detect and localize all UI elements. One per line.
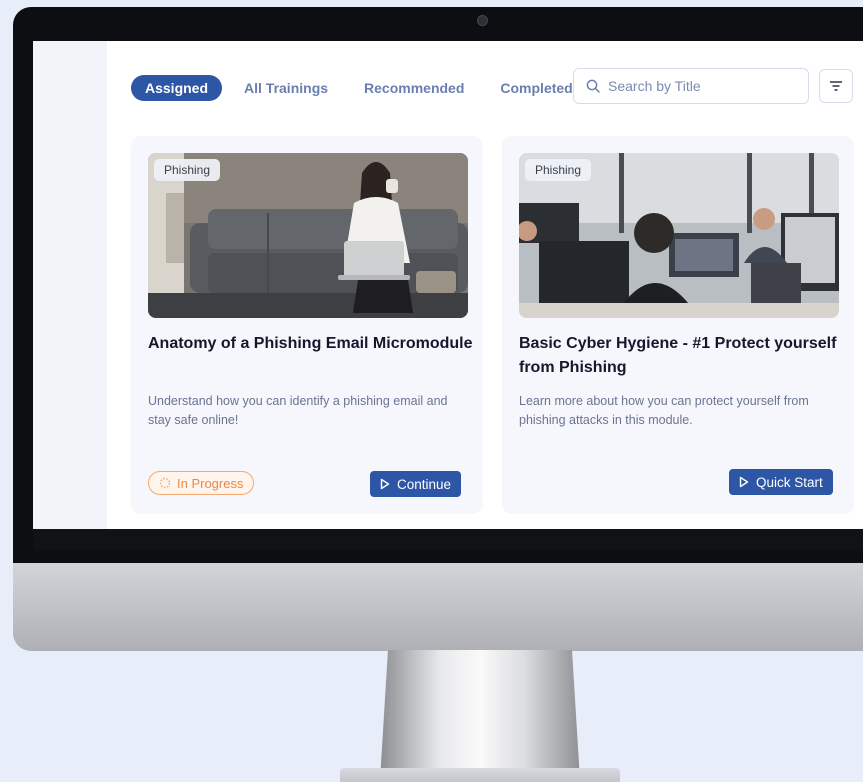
- quick-start-button[interactable]: Quick Start: [729, 469, 833, 495]
- training-thumbnail: Phishing: [519, 153, 839, 318]
- status-label: In Progress: [177, 475, 244, 491]
- screen: Assigned All Trainings Recommended Compl…: [33, 41, 863, 529]
- card-description: Understand how you can identify a phishi…: [148, 394, 448, 427]
- card-title: Anatomy of a Phishing Email Micromodule: [148, 335, 473, 352]
- tab-completed[interactable]: Completed: [486, 75, 586, 101]
- continue-button[interactable]: Continue: [370, 471, 462, 497]
- webcam: [477, 15, 488, 26]
- training-card[interactable]: Phishing Anatomy of a Phishing Email Mic…: [131, 136, 483, 514]
- play-icon: [380, 478, 390, 490]
- tab-recommended[interactable]: Recommended: [350, 75, 478, 101]
- tab-bar: Assigned All Trainings Recommended Compl…: [131, 75, 587, 101]
- training-thumbnail: Phishing: [148, 153, 468, 318]
- filter-icon: [830, 81, 842, 91]
- tab-assigned[interactable]: Assigned: [131, 75, 223, 101]
- tab-all-trainings[interactable]: All Trainings: [230, 75, 342, 101]
- search-input[interactable]: [606, 77, 790, 95]
- quick-start-label: Quick Start: [756, 474, 823, 490]
- category-tag: Phishing: [154, 159, 221, 181]
- category-tag: Phishing: [525, 159, 592, 181]
- monitor-chin: [13, 563, 863, 651]
- main-content: Assigned All Trainings Recommended Compl…: [107, 41, 863, 529]
- monitor-stand: [380, 650, 580, 780]
- loading-spinner-icon: [159, 477, 171, 489]
- continue-label: Continue: [397, 476, 452, 492]
- status-badge: In Progress: [148, 471, 255, 495]
- search-box[interactable]: [573, 68, 809, 104]
- sidebar: [33, 41, 107, 529]
- filter-button[interactable]: [819, 69, 853, 103]
- screen-bottom-bezel: [33, 529, 863, 551]
- search-icon: [586, 79, 600, 93]
- card-description: Learn more about how you can protect you…: [519, 394, 809, 427]
- card-title: Basic Cyber Hygiene - #1 Protect yoursel…: [519, 335, 837, 376]
- training-card[interactable]: Phishing Basic Cyber Hygiene - #1 Protec…: [502, 136, 854, 514]
- play-icon: [739, 476, 749, 488]
